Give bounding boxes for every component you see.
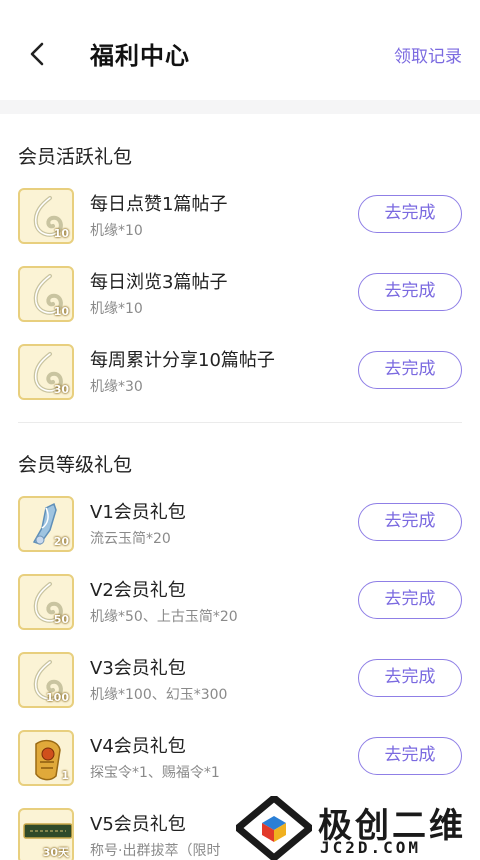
- list-item: 30 每周累计分享10篇帖子 机缘*30 去完成: [0, 344, 480, 410]
- task-reward: 机缘*30: [90, 379, 143, 395]
- reward-badge: 50: [53, 613, 69, 626]
- reward-thumbnail: 1: [18, 730, 74, 786]
- task-title: 每日浏览3篇帖子: [90, 272, 228, 293]
- list-item: 10 每日浏览3篇帖子 机缘*10 去完成: [0, 266, 480, 332]
- app-header: 福利中心 领取记录: [0, 0, 480, 100]
- reward-thumbnail: 10: [18, 188, 74, 244]
- task-reward: 机缘*10: [90, 223, 143, 239]
- package-title: V2会员礼包: [90, 580, 186, 601]
- package-reward: 探宝令*1、赐福令*1: [90, 765, 220, 781]
- package-title: V4会员礼包: [90, 736, 186, 757]
- reward-badge: 20: [53, 535, 69, 548]
- complete-button[interactable]: 去完成: [358, 273, 462, 311]
- package-title: V3会员礼包: [90, 658, 186, 679]
- complete-button[interactable]: 去完成: [358, 503, 462, 541]
- reward-badge: 30天: [42, 846, 69, 859]
- reward-badge: 10: [53, 227, 69, 240]
- task-reward: 机缘*10: [90, 301, 143, 317]
- reward-badge: 100: [46, 691, 69, 704]
- complete-button[interactable]: 去完成: [358, 351, 462, 389]
- chevron-left-icon: [30, 42, 44, 66]
- complete-button[interactable]: 去完成: [358, 581, 462, 619]
- reward-thumbnail: 30天: [18, 808, 74, 860]
- watermark-domain: JC2D.COM: [320, 838, 422, 857]
- task-title: 每日点赞1篇帖子: [90, 194, 228, 215]
- list-item: 10 每日点赞1篇帖子 机缘*10 去完成: [0, 188, 480, 254]
- reward-badge: 30: [53, 383, 69, 396]
- section-divider: [18, 422, 462, 423]
- list-item: 20 V1会员礼包 流云玉简*20 去完成: [0, 496, 480, 562]
- list-item: 100 V3会员礼包 机缘*100、幻玉*300 去完成: [0, 652, 480, 718]
- package-reward: 称号·出群拔萃（限时: [90, 843, 221, 859]
- package-reward: 机缘*50、上古玉简*20: [90, 609, 238, 625]
- package-title: V1会员礼包: [90, 502, 186, 523]
- complete-button[interactable]: 去完成: [358, 659, 462, 697]
- watermark: 极创二维 JC2D.COM: [236, 796, 480, 860]
- back-button[interactable]: [26, 40, 50, 68]
- claim-records-link[interactable]: 领取记录: [394, 42, 462, 67]
- complete-button[interactable]: 去完成: [358, 195, 462, 233]
- package-title: V5会员礼包: [90, 814, 186, 835]
- header-divider: [0, 100, 480, 114]
- task-title: 每周累计分享10篇帖子: [90, 350, 275, 371]
- reward-thumbnail: 50: [18, 574, 74, 630]
- complete-button[interactable]: 去完成: [358, 737, 462, 775]
- page-title: 福利中心: [90, 42, 190, 70]
- list-item: 1 V4会员礼包 探宝令*1、赐福令*1 去完成: [0, 730, 480, 796]
- reward-thumbnail: 20: [18, 496, 74, 552]
- reward-thumbnail: 100: [18, 652, 74, 708]
- reward-thumbnail: 30: [18, 344, 74, 400]
- package-reward: 流云玉简*20: [90, 531, 171, 547]
- section-title-level: 会员等级礼包: [18, 454, 133, 476]
- reward-badge: 10: [53, 305, 69, 318]
- watermark-logo-icon: [236, 796, 312, 860]
- package-reward: 机缘*100、幻玉*300: [90, 687, 228, 703]
- reward-thumbnail: 10: [18, 266, 74, 322]
- section-title-active: 会员活跃礼包: [18, 146, 133, 168]
- list-item: 50 V2会员礼包 机缘*50、上古玉简*20 去完成: [0, 574, 480, 640]
- reward-badge: 1: [61, 769, 69, 782]
